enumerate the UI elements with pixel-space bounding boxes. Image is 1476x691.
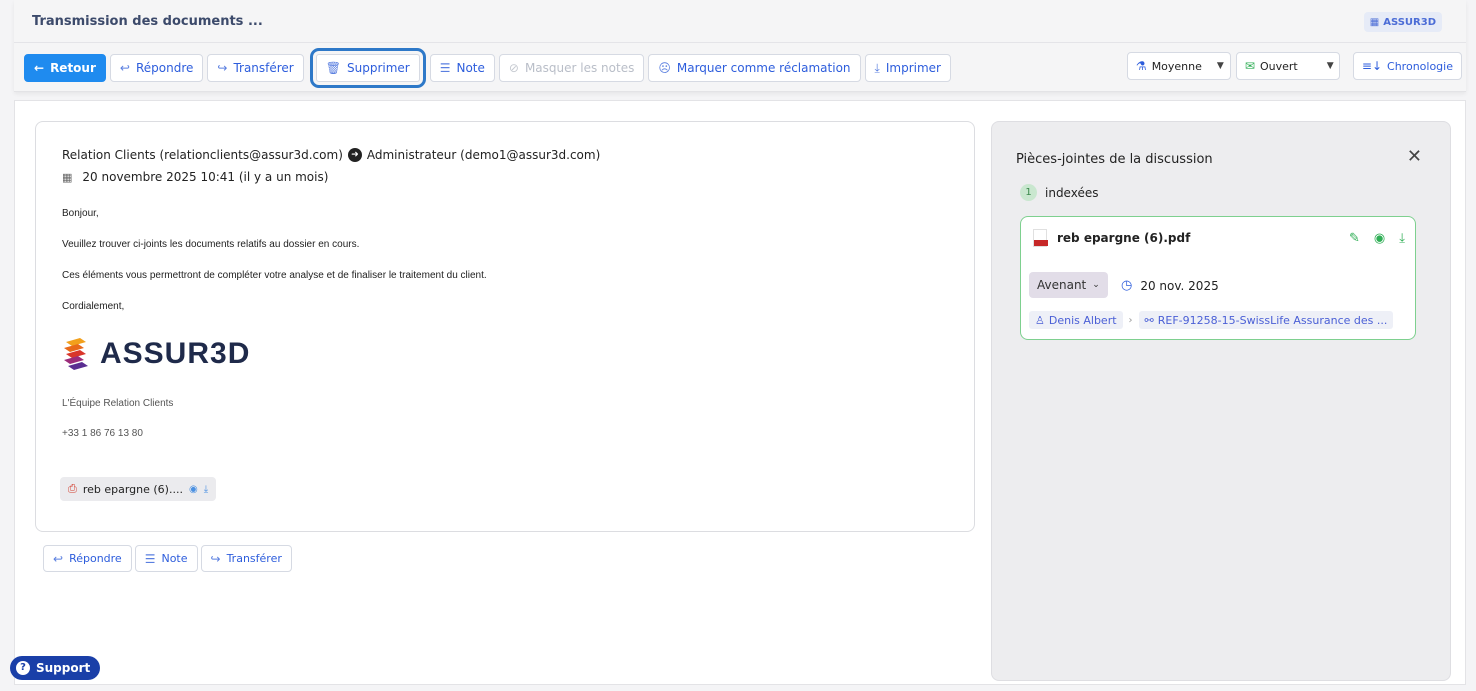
mark-complaint-button[interactable]: ☹ Marquer comme réclamation (648, 54, 861, 82)
eye-icon[interactable]: ◉ (1374, 231, 1385, 246)
reply-button[interactable]: ↩ Répondre (109, 54, 204, 82)
delete-button[interactable]: 🗑 Supprimer (309, 48, 426, 88)
note-button-bottom[interactable]: ☰ Note (134, 545, 198, 572)
note-icon: ☰ (439, 61, 451, 75)
download-icon[interactable]: ⤓ (1399, 231, 1405, 246)
email-card: Relation Clients (relationclients@assur3… (35, 121, 975, 532)
caret-down-icon: ▼ (1216, 61, 1224, 71)
reply-button-bottom[interactable]: ↩ Répondre (43, 545, 132, 572)
reference-link[interactable]: ⚯ REF-91258-15-SwissLife Assurance des .… (1138, 311, 1394, 329)
envelope-icon: ✉ (1244, 59, 1255, 73)
org-badge-label: ASSUR3D (1383, 16, 1436, 28)
signature-phone: +33 1 86 76 13 80 (62, 428, 143, 439)
logo-mark-icon (64, 338, 88, 370)
chronology-button[interactable]: ≡↓ Chronologie (1352, 52, 1462, 80)
attachment-chip-name: reb epargne (6).... (82, 482, 183, 496)
person-link[interactable]: ♙ Denis Albert (1029, 311, 1123, 329)
calendar-icon: ▦ (62, 170, 73, 184)
attachment-breadcrumb: ♙ Denis Albert › ⚯ REF-91258-15-SwissLif… (1029, 311, 1394, 329)
attachment-card[interactable]: reb epargne (6).pdf ✎ ◉ ⤓ Avenant ⌄ ◷ 20… (1020, 216, 1416, 340)
eye-icon[interactable]: ◉ (189, 484, 198, 495)
status-select[interactable]: ✉ Ouvert ▼ (1235, 52, 1340, 80)
email-body: Bonjour, Veuillez trouver ci-joints les … (62, 208, 487, 332)
flask-icon: ⚗ (1135, 59, 1147, 73)
top-header: Transmission des documents ... ▦ ASSUR3D… (14, 0, 1466, 92)
header-divider (14, 42, 1466, 43)
email-paragraph: Veuillez trouver ci-joints les documents… (62, 239, 360, 250)
forward-icon: ↪ (210, 551, 221, 566)
arrow-left-icon: ← (34, 61, 45, 75)
chevron-down-icon: ⌄ (1092, 280, 1100, 290)
forward-button[interactable]: ↪ Transférer (207, 54, 304, 82)
close-icon[interactable]: ✕ (1407, 146, 1422, 167)
clock-icon: ◷ (1121, 278, 1133, 293)
pdf-icon (1033, 229, 1048, 247)
building-icon: ▦ (1369, 16, 1380, 28)
download-icon[interactable]: ⤓ (204, 484, 208, 495)
attachment-actions: ✎ ◉ ⤓ (1349, 231, 1405, 246)
help-icon: ? (16, 661, 30, 675)
pencil-icon[interactable]: ✎ (1349, 231, 1360, 246)
print-button[interactable]: ⤓ Imprimer (864, 54, 951, 82)
attachment-chip[interactable]: ⎙ reb epargne (6).... ◉ ⤓ (60, 477, 217, 501)
email-header: Relation Clients (relationclients@assur3… (62, 148, 600, 162)
indexed-label: indexées (1045, 185, 1099, 200)
panel-title: Pièces-jointes de la discussion (1016, 152, 1213, 167)
support-button[interactable]: ? Support (10, 656, 101, 680)
priority-select[interactable]: ⚗ Moyenne ▼ (1126, 52, 1231, 80)
attachments-panel: Pièces-jointes de la discussion ✕ 1 inde… (991, 121, 1451, 681)
logo-text: ASSUR3D (100, 337, 251, 370)
note-icon: ☰ (144, 551, 156, 566)
reply-icon: ↩ (53, 551, 64, 566)
org-badge[interactable]: ▦ ASSUR3D (1363, 12, 1442, 32)
back-button[interactable]: ← Retour (24, 54, 106, 82)
email-paragraph: Cordialement, (62, 301, 125, 312)
note-button[interactable]: ☰ Note (429, 54, 495, 82)
link-icon: ⚯ (1144, 313, 1154, 327)
email-paragraph: Bonjour, (62, 208, 99, 219)
email-date: ▦ 20 novembre 2025 10:41 (il y a un mois… (62, 170, 329, 184)
email-from: Relation Clients (relationclients@assur3… (62, 148, 343, 162)
signature-team: L'Équipe Relation Clients (62, 398, 174, 409)
email-paragraph: Ces éléments vous permettront de complét… (62, 270, 487, 281)
sad-face-icon: ☹ (658, 61, 671, 75)
user-icon: ♙ (1035, 313, 1045, 327)
eye-off-icon: ⊘ (508, 61, 519, 75)
page-title: Transmission des documents ... (32, 14, 263, 29)
attachment-name-row: reb epargne (6).pdf (1033, 229, 1190, 247)
email-to: Administrateur (demo1@assur3d.com) (366, 148, 601, 162)
toolbar-right: ⚗ Moyenne ▼ ✉ Ouvert ▼ ≡↓ Chronologie (1126, 52, 1462, 80)
main-content: Relation Clients (relationclients@assur3… (14, 100, 1466, 685)
indexed-count: 1 indexées (1020, 184, 1098, 201)
indexed-count-badge: 1 (1020, 184, 1037, 201)
chevron-right-icon: › (1128, 314, 1133, 326)
sort-icon: ≡↓ (1361, 59, 1383, 73)
arrow-right-icon: ➜ (347, 148, 362, 162)
forward-icon: ↪ (217, 61, 228, 75)
pdf-icon: ⎙ (68, 482, 77, 495)
assur3d-logo: ASSUR3D (62, 336, 250, 372)
attachment-date: ◷ 20 nov. 2025 (1121, 278, 1219, 293)
reply-icon: ↩ (119, 61, 130, 75)
hide-notes-button[interactable]: ⊘ Masquer les notes (498, 54, 645, 82)
caret-down-icon: ▼ (1326, 61, 1334, 71)
toolbar: ← Retour ↩ Répondre ↪ Transférer 🗑 Suppr… (24, 48, 951, 88)
document-type-select[interactable]: Avenant ⌄ (1029, 272, 1108, 298)
trash-icon: 🗑 (325, 61, 341, 75)
reply-bar: ↩ Répondre ☰ Note ↪ Transférer (43, 545, 292, 572)
attachment-name: reb epargne (6).pdf (1057, 231, 1191, 245)
download-icon: ⤓ (874, 60, 880, 75)
forward-button-bottom[interactable]: ↪ Transférer (200, 545, 292, 572)
